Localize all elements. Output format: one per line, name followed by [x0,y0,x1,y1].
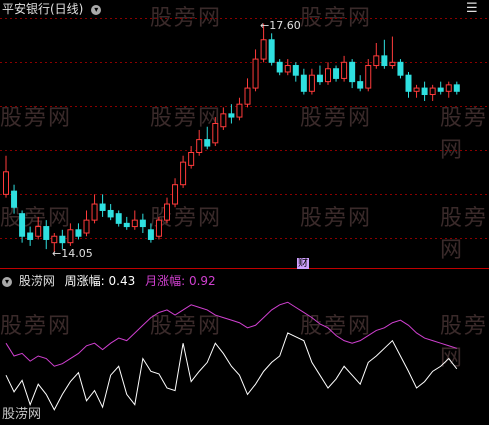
low-price-value: 14.05 [61,247,93,260]
candle[interactable] [155,216,162,240]
arrow-left-icon: ← [52,247,62,260]
candle[interactable] [268,33,275,66]
candle[interactable] [252,49,259,92]
candle[interactable] [413,84,420,98]
candle[interactable] [115,210,122,227]
candle[interactable] [11,184,18,214]
candle[interactable] [196,129,203,156]
candle[interactable] [316,65,323,85]
candle[interactable] [276,59,283,76]
chevron-down-icon[interactable]: ▾ [91,4,102,15]
candle[interactable] [373,42,380,69]
candle[interactable] [220,107,227,130]
candle[interactable] [381,39,388,69]
candle[interactable] [35,216,42,240]
candle[interactable] [357,75,364,92]
monthly-label: 月涨幅: [145,274,186,288]
candle[interactable] [19,210,26,243]
candle[interactable] [429,84,436,101]
candle[interactable] [325,62,331,85]
candle[interactable] [67,223,74,246]
candle[interactable] [405,71,412,98]
candle[interactable] [204,126,211,150]
indicator-panel[interactable]: 股旁网 股旁网 股旁网 股旁网 ▾ 股涝网 周涨幅: 0.43 月涨幅: 0.9… [0,272,489,425]
candle[interactable] [139,213,146,234]
candle[interactable] [180,155,187,188]
high-price-label: ←17.60 [260,19,301,33]
candle[interactable] [437,81,444,95]
title-text: 平安银行(日线) [2,2,84,16]
candle[interactable] [91,194,98,224]
candle[interactable] [83,210,90,237]
candle[interactable] [389,36,396,69]
candle[interactable] [107,204,114,221]
candle[interactable] [365,59,372,92]
candle[interactable] [421,81,428,101]
candle[interactable] [43,220,50,250]
candle[interactable] [27,226,34,246]
candle[interactable] [3,155,9,198]
candle[interactable] [397,59,404,79]
candlestick-chart[interactable] [0,0,489,270]
candle[interactable] [188,146,195,169]
kline-panel[interactable]: 股旁网 股旁网 股旁网 股旁网 股旁网 股旁网 股旁网 股旁网 股旁网 股旁网 … [0,0,489,270]
arrow-left-icon: ← [260,19,270,32]
footer-watermark: 股涝网 [2,407,42,422]
candle[interactable] [131,210,138,230]
weekly-label: 周涨幅: [64,274,105,288]
candle[interactable] [147,223,154,243]
candle[interactable] [99,194,106,217]
weekly-change-line [5,332,458,411]
candle[interactable] [123,216,130,230]
candle[interactable] [244,78,251,108]
candle[interactable] [333,65,340,82]
candle[interactable] [228,104,235,124]
candle[interactable] [308,68,315,95]
indicator-name: 股涝网 [18,274,55,288]
chart-title: 平安银行(日线) ▾ [2,2,104,16]
menu-icon[interactable]: ☰ [466,2,478,16]
candle[interactable] [236,97,243,121]
monthly-change-line [5,301,457,367]
candle[interactable] [341,55,348,82]
candle[interactable] [453,81,460,95]
indicator-chart[interactable] [0,272,489,425]
candle[interactable] [164,197,170,224]
indicator-header: ▾ 股涝网 周涨幅: 0.43 月涨幅: 0.92 [2,274,216,288]
finance-badge[interactable]: 财 [297,258,309,269]
candle[interactable] [292,62,299,82]
candle[interactable] [75,223,82,240]
candle[interactable] [172,178,179,208]
candle[interactable] [300,68,307,95]
candle[interactable] [284,59,291,76]
candle[interactable] [349,59,356,89]
low-price-label: ←14.05 [52,247,93,261]
weekly-value: 0.43 [108,274,136,288]
candle[interactable] [212,117,219,147]
monthly-value: 0.92 [188,274,216,288]
chevron-down-icon[interactable]: ▾ [2,276,12,287]
high-price-value: 17.60 [269,19,301,32]
candle[interactable] [445,81,452,98]
